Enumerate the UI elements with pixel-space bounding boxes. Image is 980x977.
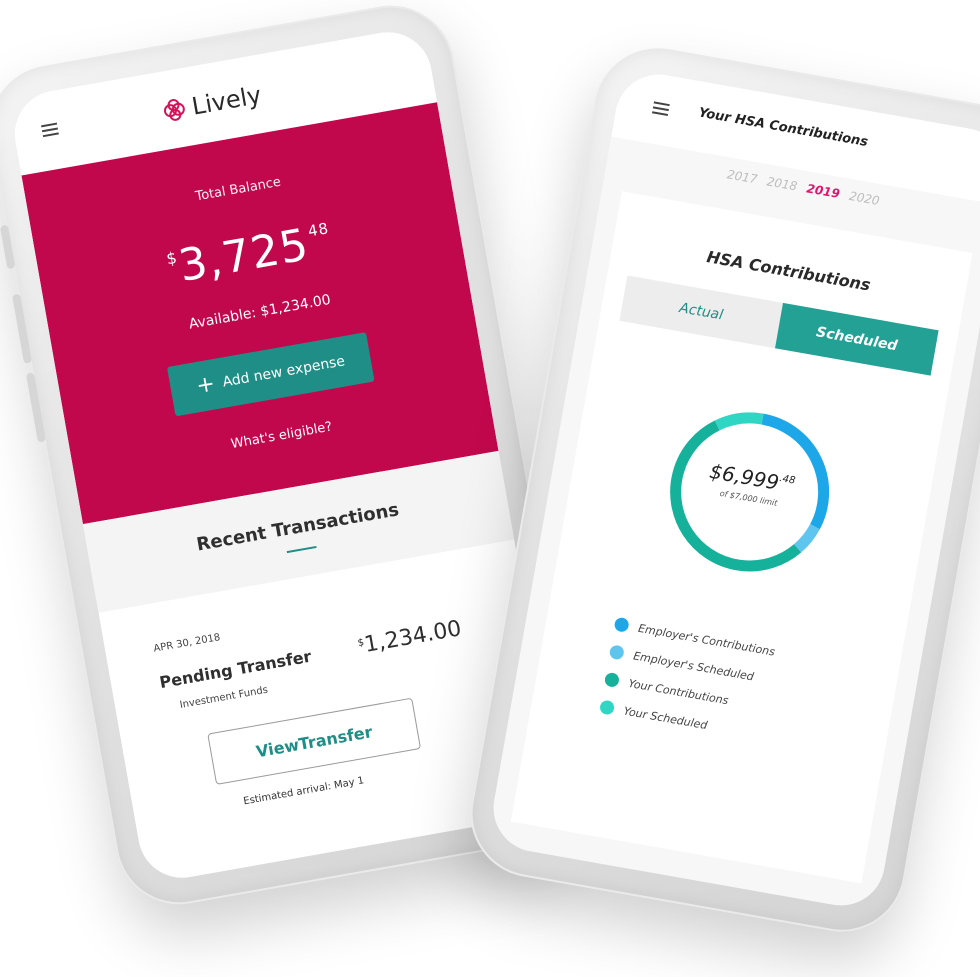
- chart-legend: Employer's Contributions Employer's Sche…: [597, 616, 776, 756]
- transaction-name: Pending Transfer: [157, 646, 313, 693]
- transaction-subtitle: Investment Funds: [178, 684, 269, 711]
- add-expense-label: Add new expense: [221, 353, 347, 391]
- actual-toggle[interactable]: Actual: [619, 275, 783, 349]
- contributions-card: HSA Contributions Actual Scheduled $6,99…: [510, 191, 973, 884]
- title-underline: [286, 545, 317, 554]
- balance-dollars: 3,725: [174, 219, 313, 293]
- legend-label: Your Contributions: [627, 676, 730, 707]
- year-tab[interactable]: 2018: [766, 174, 799, 193]
- lively-logo-icon: [163, 99, 185, 121]
- year-tab[interactable]: 2017: [726, 167, 759, 186]
- menu-icon[interactable]: [41, 122, 59, 138]
- view-transfer-button[interactable]: ViewTransfer: [207, 697, 422, 785]
- transaction-value: 1,234.00: [362, 616, 464, 658]
- year-tab[interactable]: 2020: [848, 189, 881, 208]
- add-expense-button[interactable]: + Add new expense: [166, 332, 375, 417]
- plus-icon: +: [194, 371, 217, 400]
- transaction-amount: $1,234.00: [356, 616, 463, 659]
- page-title: Your HSA Contributions: [697, 105, 870, 151]
- legend-dot: [598, 699, 616, 716]
- donut-segment: [714, 412, 764, 431]
- donut-segment: [793, 523, 820, 553]
- balance-panel: Total Balance $3,72548 Available: $1,234…: [21, 102, 499, 525]
- balance-cents: 48: [306, 219, 331, 241]
- transaction-date: APR 30, 2018: [152, 632, 222, 655]
- logo-text: Lively: [189, 80, 264, 121]
- right-screen: Your HSA Contributions 2017 2018 2019 20…: [486, 67, 980, 913]
- legend-label: Your Scheduled: [622, 704, 709, 732]
- legend-dot: [613, 616, 630, 633]
- lively-logo: Lively: [160, 81, 263, 126]
- total-cents: .48: [778, 473, 797, 487]
- legend-dot: [608, 644, 625, 661]
- silent-switch: [0, 224, 16, 270]
- currency-symbol: $: [164, 247, 180, 269]
- menu-icon[interactable]: [651, 101, 670, 117]
- legend-dot: [603, 671, 621, 689]
- estimated-arrival: Estimated arrival: May 1: [242, 775, 365, 808]
- scheduled-toggle[interactable]: Scheduled: [775, 302, 939, 376]
- year-tab-active[interactable]: 2019: [806, 181, 841, 201]
- volume-up-button: [12, 293, 33, 364]
- volume-down-button: [25, 372, 46, 443]
- legend-label: Employer's Scheduled: [632, 648, 755, 683]
- right-phone: Your HSA Contributions 2017 2018 2019 20…: [460, 38, 980, 942]
